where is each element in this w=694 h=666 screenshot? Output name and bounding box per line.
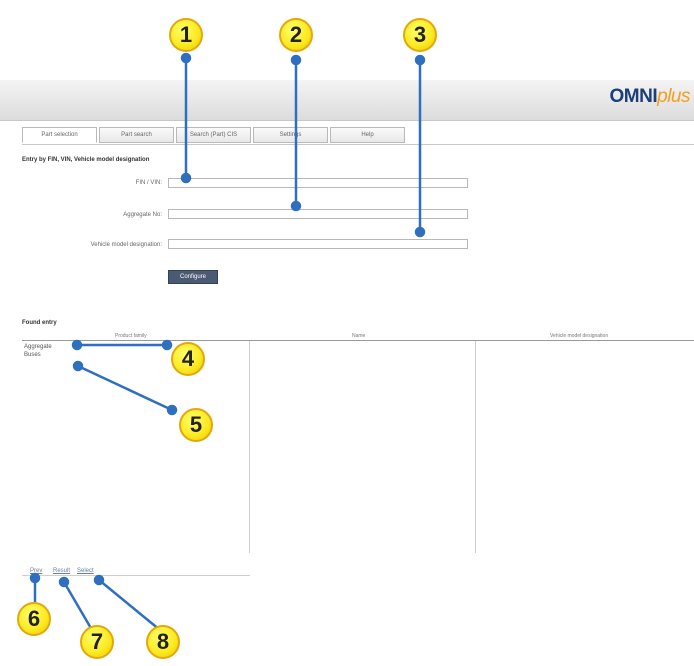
column-header-vehicle-model: Vehicle model designation	[550, 333, 609, 339]
select-link[interactable]: Select	[77, 568, 94, 574]
callout-badge-3: 3	[403, 18, 437, 52]
list-item[interactable]: Aggregate	[24, 344, 52, 350]
tab-part-search[interactable]: Part search	[99, 127, 174, 143]
section-title: Entry by FIN, VIN, Vehicle model designa…	[22, 157, 150, 163]
vehicle-model-field[interactable]	[168, 239, 468, 249]
tab-bar: Part selection Part search Search (Part)…	[22, 127, 407, 145]
callout-badge-2: 2	[279, 18, 313, 52]
callout-badge-8: 8	[146, 625, 180, 659]
callout-badge-5: 5	[179, 408, 213, 442]
callout-dot	[58, 576, 70, 588]
vehicle-model-label: Vehicle model designation:	[90, 242, 162, 248]
callout-dot	[72, 360, 84, 372]
logo-plus: plus	[657, 86, 690, 107]
callout-dot	[166, 404, 178, 416]
aggregate-no-field[interactable]	[168, 209, 468, 219]
callout-dot	[414, 226, 426, 238]
callout-line-5	[77, 364, 173, 412]
result-link[interactable]: Result	[53, 568, 70, 574]
omniplus-logo: OMNIplus	[609, 86, 691, 108]
fin-vin-label: FIN / VIN:	[135, 180, 162, 186]
tab-help[interactable]: Help	[330, 127, 405, 143]
tab-settings[interactable]: Settings	[253, 127, 328, 143]
callout-dot	[180, 52, 192, 64]
header-bar	[0, 80, 694, 121]
prev-link[interactable]: Prev	[30, 568, 42, 574]
results-title: Found entry	[22, 320, 57, 326]
callout-dot	[71, 339, 83, 351]
list-item[interactable]: Buses	[24, 352, 41, 358]
results-header-divider	[22, 340, 694, 341]
column-header-name: Name	[352, 333, 366, 339]
column-divider	[249, 341, 250, 553]
callout-line-7	[62, 581, 94, 631]
callout-badge-4: 4	[171, 342, 205, 376]
callout-line-8	[98, 579, 161, 631]
logo-omni: OMNI	[609, 86, 658, 107]
callout-dot	[93, 574, 105, 586]
callout-badge-1: 1	[169, 18, 203, 52]
tab-search-cis[interactable]: Search (Part) CIS	[176, 127, 251, 143]
callout-badge-6: 6	[17, 602, 51, 636]
results-bottom-divider	[22, 575, 250, 576]
tab-underline	[22, 144, 694, 145]
callout-badge-7: 7	[80, 625, 114, 659]
fin-vin-field[interactable]	[168, 178, 468, 188]
tab-part-selection[interactable]: Part selection	[22, 127, 97, 143]
callout-dot	[161, 339, 173, 351]
column-divider	[475, 341, 476, 553]
callout-dot	[414, 54, 426, 66]
callout-dot	[290, 54, 302, 66]
aggregate-no-label: Aggregate No:	[123, 212, 162, 218]
configure-button[interactable]: Configure	[168, 270, 218, 284]
column-header-product-family: Product family	[115, 333, 147, 339]
